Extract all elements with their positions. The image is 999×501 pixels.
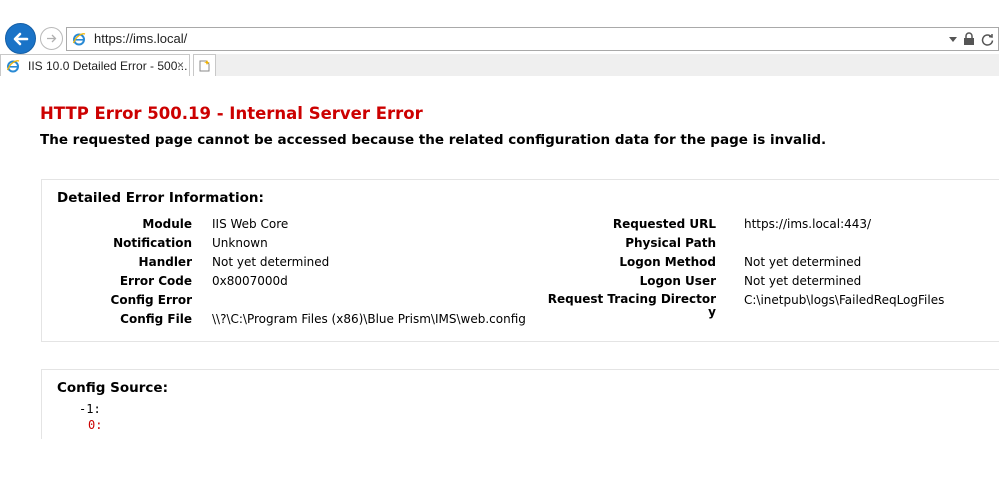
detail-label: Request Tracing Director y [547,292,716,319]
error-title: HTTP Error 500.19 - Internal Server Erro… [40,104,423,123]
detail-label: Error Code [119,274,192,288]
tab-active[interactable]: IIS 10.0 Detailed Error - 500... × [0,54,190,76]
config-source-line-error: 0: [88,418,103,432]
tab-strip: IIS 10.0 Detailed Error - 500... × [0,54,999,76]
error-subtitle: The requested page cannot be accessed be… [40,132,827,148]
detail-label: Notification [113,236,192,250]
forward-button[interactable] [40,27,63,50]
detail-value: C:\inetpub\logs\FailedReqLogFiles [744,293,945,307]
detail-value: https://ims.local:443/ [744,217,872,231]
detail-value: Unknown [212,236,268,250]
detail-label: Logon Method [619,255,716,269]
address-bar[interactable]: https://ims.local/ [66,27,999,51]
detailed-error-section: Detailed Error Information: Module IIS W… [41,179,999,342]
refresh-icon[interactable] [981,33,994,46]
ie-page-icon [6,60,20,73]
browser-chrome: https://ims.local/ IIS 10.0 Detailed Err… [0,0,999,76]
detail-value: Not yet determined [744,255,862,269]
page-content: HTTP Error 500.19 - Internal Server Erro… [0,76,999,501]
config-source-line: -1: [79,402,101,416]
tab-strip-background [216,54,999,76]
detail-label: Handler [138,255,192,269]
back-button[interactable] [5,23,36,54]
lock-icon[interactable] [963,32,975,46]
detail-label: Physical Path [625,236,716,250]
tab-close-button[interactable]: × [177,58,184,72]
back-arrow-icon [13,32,28,45]
detail-value: IIS Web Core [212,217,289,231]
detail-label: Logon User [639,274,716,288]
new-tab-button[interactable] [193,54,216,76]
detail-label: Requested URL [612,217,716,231]
config-source-section: Config Source: -1: 0: [41,369,999,439]
ie-page-icon [72,33,86,46]
detail-value: 0x8007000d [212,274,288,288]
forward-arrow-icon [47,34,57,43]
new-tab-icon [199,59,210,71]
address-bar-tools [949,31,994,47]
detail-value: Not yet determined [744,274,862,288]
detail-label: Config File [120,312,192,326]
tab-title: IIS 10.0 Detailed Error - 500... [28,59,188,73]
url-text: https://ims.local/ [94,31,188,46]
section-heading: Config Source: [57,380,168,396]
detail-value: Not yet determined [212,255,330,269]
dropdown-arrow-icon[interactable] [949,35,957,43]
detail-label: Config Error [110,293,192,307]
detail-label: Module [142,217,192,231]
section-heading: Detailed Error Information: [57,190,264,206]
